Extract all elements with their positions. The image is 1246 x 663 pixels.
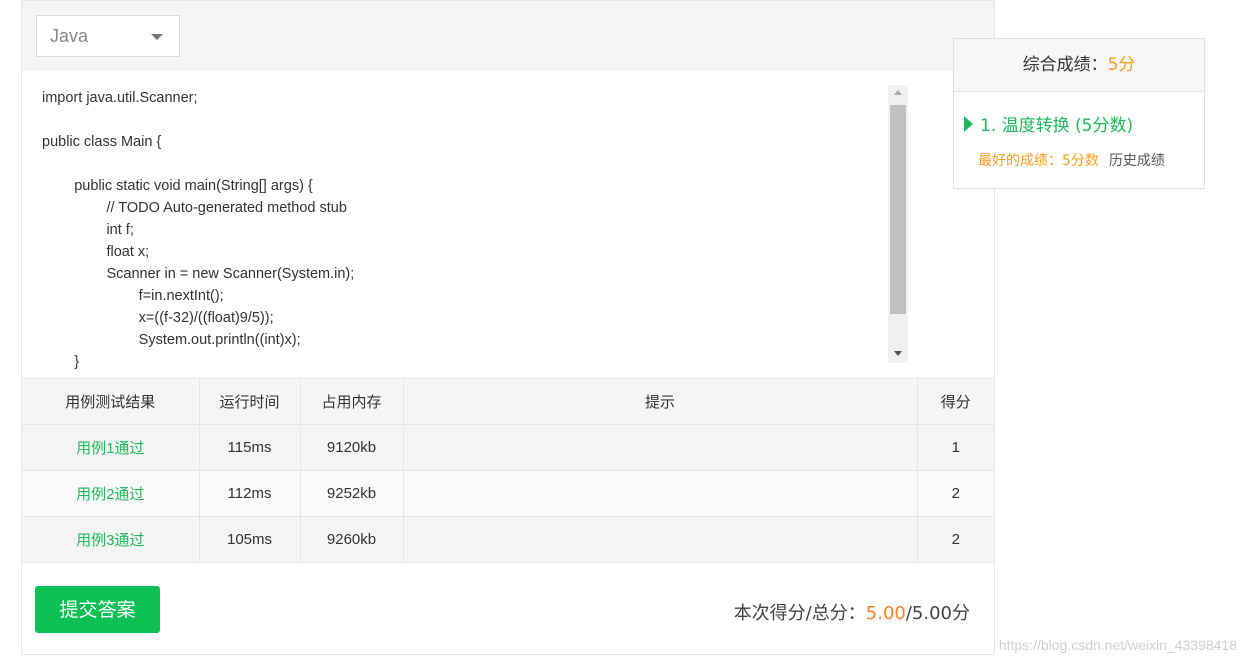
main-panel: Java import java.util.Scanner; public cla… xyxy=(21,0,995,655)
header-score: 得分 xyxy=(917,378,994,425)
code-line[interactable]: Scanner in = new Scanner(System.in); xyxy=(42,263,894,285)
score-summary: 本次得分/总分：5.00/5.00分 xyxy=(734,599,970,625)
overall-score-value: 5分 xyxy=(1107,55,1136,75)
case-result: 用例1通过 xyxy=(22,424,200,471)
case-memory: 9252kb xyxy=(300,470,404,517)
code-line[interactable] xyxy=(42,109,894,131)
case-result: 用例3通过 xyxy=(22,516,200,563)
case-time: 105ms xyxy=(199,516,301,563)
overall-score-panel: 综合成绩：5分 1. 温度转换 (5分数) 最好的成绩：5分数 历史成绩 xyxy=(953,38,1205,189)
overall-score-header: 综合成绩：5分 xyxy=(954,39,1204,92)
best-score-row: 最好的成绩：5分数 历史成绩 xyxy=(978,150,1165,170)
caret-right-icon xyxy=(964,116,973,132)
code-editor[interactable]: import java.util.Scanner; public class Ma… xyxy=(22,71,994,378)
submit-footer: 提交答案 本次得分/总分：5.00/5.00分 xyxy=(22,564,994,654)
case-score: 2 xyxy=(917,516,994,563)
code-line[interactable] xyxy=(42,153,894,175)
score-got: 5.00 xyxy=(865,603,906,624)
table-row: 用例2通过 112ms 9252kb 2 xyxy=(22,470,994,517)
test-results-table: 用例测试结果 运行时间 占用内存 提示 得分 用例1通过 115ms 9120k… xyxy=(22,378,994,563)
code-line[interactable]: f=in.nextInt(); xyxy=(42,285,894,307)
chevron-down-icon xyxy=(151,34,163,40)
case-result: 用例2通过 xyxy=(22,470,200,517)
scroll-down-arrow-icon[interactable] xyxy=(894,351,902,356)
code-line[interactable]: public class Main { xyxy=(42,131,894,153)
table-row: 用例3通过 105ms 9260kb 2 xyxy=(22,516,994,563)
code-line[interactable]: import java.util.Scanner; xyxy=(42,87,894,109)
score-label: 本次得分/总分： xyxy=(733,603,866,624)
case-memory: 9260kb xyxy=(300,516,404,563)
best-score-label: 最好的成绩：5分数 xyxy=(978,153,1099,169)
code-text[interactable]: import java.util.Scanner; public class Ma… xyxy=(42,87,894,378)
language-select[interactable]: Java xyxy=(36,15,180,57)
code-line[interactable]: int f; xyxy=(42,219,894,241)
case-hint xyxy=(403,516,918,563)
code-line[interactable]: float x; xyxy=(42,241,894,263)
case-score: 2 xyxy=(917,470,994,517)
table-header-row: 用例测试结果 运行时间 占用内存 提示 得分 xyxy=(22,378,994,425)
problem-item[interactable]: 1. 温度转换 (5分数) xyxy=(964,111,1133,136)
scroll-thumb[interactable] xyxy=(890,105,906,314)
code-line[interactable]: } xyxy=(42,351,894,373)
case-hint xyxy=(403,424,918,471)
history-score-link[interactable]: 历史成绩 xyxy=(1109,153,1165,169)
code-scrollbar[interactable] xyxy=(888,85,908,363)
case-hint xyxy=(403,470,918,517)
code-line[interactable]: // TODO Auto-generated method stub xyxy=(42,197,894,219)
case-score: 1 xyxy=(917,424,994,471)
header-hint: 提示 xyxy=(403,378,918,425)
header-time: 运行时间 xyxy=(199,378,301,425)
code-line[interactable]: System.out.println((int)x); xyxy=(42,329,894,351)
case-time: 115ms xyxy=(199,424,301,471)
case-time: 112ms xyxy=(199,470,301,517)
watermark-text: https://blog.csdn.net/weixin_43398418 xyxy=(998,637,1237,653)
header-memory: 占用内存 xyxy=(300,378,404,425)
language-select-value: Java xyxy=(50,26,89,46)
header-result: 用例测试结果 xyxy=(22,378,200,425)
scroll-up-arrow-icon[interactable] xyxy=(894,90,902,95)
code-line[interactable]: x=((f-32)/((float)9/5)); xyxy=(42,307,894,329)
editor-toolbar: Java xyxy=(22,0,994,72)
submit-answer-button[interactable]: 提交答案 xyxy=(35,586,160,633)
score-total: /5.00分 xyxy=(905,603,970,624)
problem-title[interactable]: 1. 温度转换 (5分数) xyxy=(980,116,1133,136)
case-memory: 9120kb xyxy=(300,424,404,471)
table-row: 用例1通过 115ms 9120kb 1 xyxy=(22,424,994,471)
overall-score-label: 综合成绩： xyxy=(1022,55,1108,75)
code-line[interactable]: public static void main(String[] args) { xyxy=(42,175,894,197)
